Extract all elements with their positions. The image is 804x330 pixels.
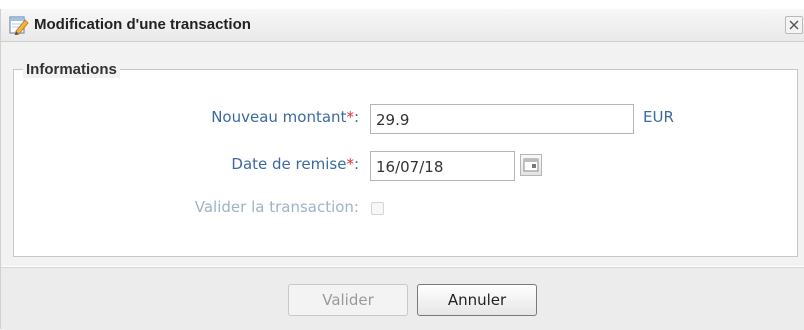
date-label: Date de remise*: xyxy=(231,155,359,173)
currency-unit: EUR xyxy=(643,108,674,126)
calendar-icon xyxy=(523,158,539,172)
validate-transaction-checkbox[interactable] xyxy=(371,202,384,215)
informations-fieldset: Nouveau montant*: 29.9 EUR Date de remis… xyxy=(13,69,798,257)
top-strip xyxy=(0,0,804,9)
dialog-title: Modification d'une transaction xyxy=(34,16,251,33)
dialog-footer: Valider Annuler xyxy=(1,267,804,330)
close-button[interactable] xyxy=(785,16,803,34)
edit-pencil-icon xyxy=(9,15,29,36)
close-icon xyxy=(789,20,799,30)
calendar-button[interactable] xyxy=(520,154,542,176)
validate-transaction-label: Valider la transaction: xyxy=(194,198,359,216)
amount-label: Nouveau montant*: xyxy=(211,108,359,126)
date-input[interactable]: 16/07/18 xyxy=(370,151,515,181)
amount-input[interactable]: 29.9 xyxy=(370,104,634,134)
transaction-dialog: Modification d'une transaction Nouveau m… xyxy=(0,9,804,330)
dialog-titlebar: Modification d'une transaction xyxy=(1,9,804,42)
validate-button[interactable]: Valider xyxy=(288,284,408,316)
fieldset-legend: Informations xyxy=(23,61,120,78)
dialog-body: Nouveau montant*: 29.9 EUR Date de remis… xyxy=(1,42,804,266)
required-marker: * xyxy=(346,155,354,173)
required-marker: * xyxy=(346,108,354,126)
cancel-button[interactable]: Annuler xyxy=(417,284,537,316)
